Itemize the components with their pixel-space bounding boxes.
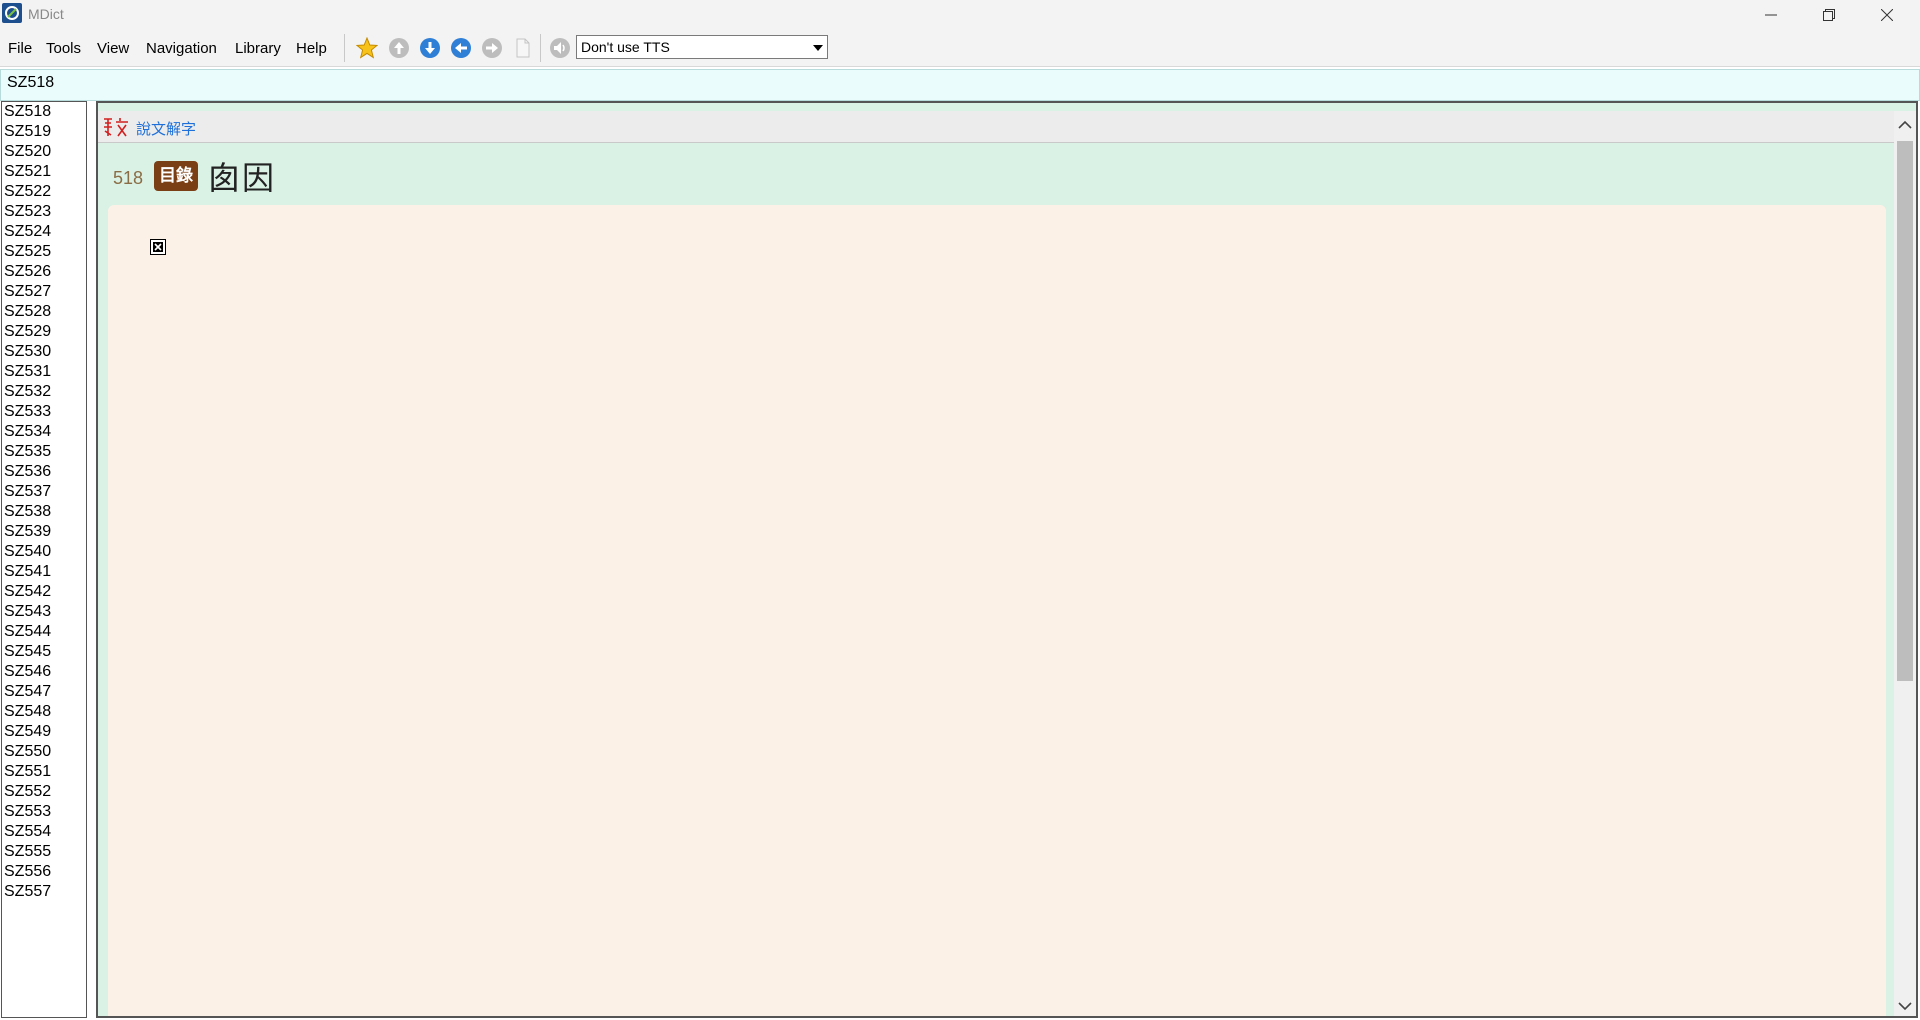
word-list-item[interactable]: SZ530 xyxy=(2,342,86,362)
word-list-item[interactable]: SZ549 xyxy=(2,722,86,742)
word-list-item[interactable]: SZ533 xyxy=(2,402,86,422)
word-list-item[interactable]: SZ554 xyxy=(2,822,86,842)
entry-number: 518 xyxy=(113,168,144,188)
arrow-left-icon[interactable] xyxy=(450,37,472,59)
word-list-item[interactable]: SZ547 xyxy=(2,682,86,702)
word-list-item[interactable]: SZ544 xyxy=(2,622,86,642)
word-list[interactable]: SZ518 SZ519 SZ520 SZ521 SZ522 SZ523 SZ524 SZ525… xyxy=(1,101,87,1018)
word-list-item[interactable]: SZ523 xyxy=(2,202,86,222)
word-list-item[interactable]: SZ521 xyxy=(2,162,86,182)
speaker-icon[interactable] xyxy=(549,37,571,59)
scrollbar-thumb[interactable] xyxy=(1897,141,1913,681)
search-bar xyxy=(0,69,1920,101)
toolbar-separator xyxy=(540,34,541,62)
word-list-item[interactable]: SZ535 xyxy=(2,442,86,462)
word-list-item[interactable]: SZ537 xyxy=(2,482,86,502)
dictionary-name-link[interactable]: 說文解字 xyxy=(136,118,196,139)
vertical-scrollbar[interactable] xyxy=(1894,111,1916,1016)
chevron-down-icon[interactable] xyxy=(1897,998,1913,1014)
window-title: MDict xyxy=(28,6,64,22)
word-list-item[interactable]: SZ556 xyxy=(2,862,86,882)
table-of-contents-badge[interactable]: 目錄 xyxy=(154,161,198,191)
dictionary-header: 說文解字 xyxy=(98,111,1896,143)
star-icon[interactable] xyxy=(356,37,378,59)
word-list-item[interactable]: SZ524 xyxy=(2,222,86,242)
close-button[interactable] xyxy=(1858,0,1916,30)
word-list-item[interactable]: SZ540 xyxy=(2,542,86,562)
menu-toolbar: File Tools View Navigation Library Help xyxy=(0,30,1920,67)
entry-body xyxy=(108,205,1886,1016)
word-list-item[interactable]: SZ551 xyxy=(2,762,86,782)
restore-icon xyxy=(1823,9,1835,21)
word-list-item[interactable]: SZ536 xyxy=(2,462,86,482)
menu-help[interactable]: Help xyxy=(296,40,327,57)
toolbar-separator xyxy=(344,34,345,62)
word-list-item[interactable]: SZ525 xyxy=(2,242,86,262)
word-list-item[interactable]: SZ528 xyxy=(2,302,86,322)
arrow-down-icon[interactable] xyxy=(419,37,441,59)
word-list-item[interactable]: SZ520 xyxy=(2,142,86,162)
word-list-item[interactable]: SZ541 xyxy=(2,562,86,582)
word-list-item[interactable]: SZ543 xyxy=(2,602,86,622)
restore-button[interactable] xyxy=(1800,0,1858,30)
arrow-right-icon[interactable] xyxy=(481,37,503,59)
word-list-item[interactable]: SZ542 xyxy=(2,582,86,602)
word-list-item[interactable]: SZ527 xyxy=(2,282,86,302)
word-list-item[interactable]: SZ526 xyxy=(2,262,86,282)
word-list-item[interactable]: SZ519 xyxy=(2,122,86,142)
tts-select[interactable]: Don't use TTS xyxy=(576,35,828,59)
word-list-item[interactable]: SZ522 xyxy=(2,182,86,202)
page-icon[interactable] xyxy=(512,37,534,59)
menu-navigation[interactable]: Navigation xyxy=(146,40,217,57)
dictionary-seal-icon xyxy=(104,118,128,137)
word-list-item[interactable]: SZ548 xyxy=(2,702,86,722)
title-bar: MDict xyxy=(0,0,1920,30)
word-list-item[interactable]: SZ534 xyxy=(2,422,86,442)
minimize-icon xyxy=(1765,14,1777,16)
headword: 囱因 xyxy=(208,159,277,197)
word-list-item[interactable]: SZ518 xyxy=(2,102,86,122)
word-list-item[interactable]: SZ529 xyxy=(2,322,86,342)
search-input[interactable] xyxy=(7,74,1807,92)
word-list-item[interactable]: SZ552 xyxy=(2,782,86,802)
tts-selected-value: Don't use TTS xyxy=(581,39,670,55)
menu-view[interactable]: View xyxy=(97,40,129,57)
word-list-item[interactable]: SZ557 xyxy=(2,882,86,902)
word-list-item[interactable]: SZ545 xyxy=(2,642,86,662)
chevron-down-icon[interactable] xyxy=(813,45,823,51)
menu-tools[interactable]: Tools xyxy=(46,40,81,57)
menu-file[interactable]: File xyxy=(8,40,32,57)
word-list-item[interactable]: SZ538 xyxy=(2,502,86,522)
menu-library[interactable]: Library xyxy=(235,40,281,57)
arrow-up-icon[interactable] xyxy=(388,37,410,59)
content-pane: 說文解字 518 目錄 囱因 xyxy=(96,101,1918,1018)
mdict-app-icon xyxy=(2,3,22,23)
word-list-item[interactable]: SZ546 xyxy=(2,662,86,682)
word-list-item[interactable]: SZ555 xyxy=(2,842,86,862)
word-list-item[interactable]: SZ550 xyxy=(2,742,86,762)
word-list-item[interactable]: SZ532 xyxy=(2,382,86,402)
word-list-item[interactable]: SZ553 xyxy=(2,802,86,822)
close-icon xyxy=(1881,9,1893,21)
word-list-item[interactable]: SZ531 xyxy=(2,362,86,382)
broken-image-icon xyxy=(150,239,166,255)
chevron-up-icon[interactable] xyxy=(1897,117,1913,133)
word-list-item[interactable]: SZ539 xyxy=(2,522,86,542)
minimize-button[interactable] xyxy=(1742,0,1800,30)
